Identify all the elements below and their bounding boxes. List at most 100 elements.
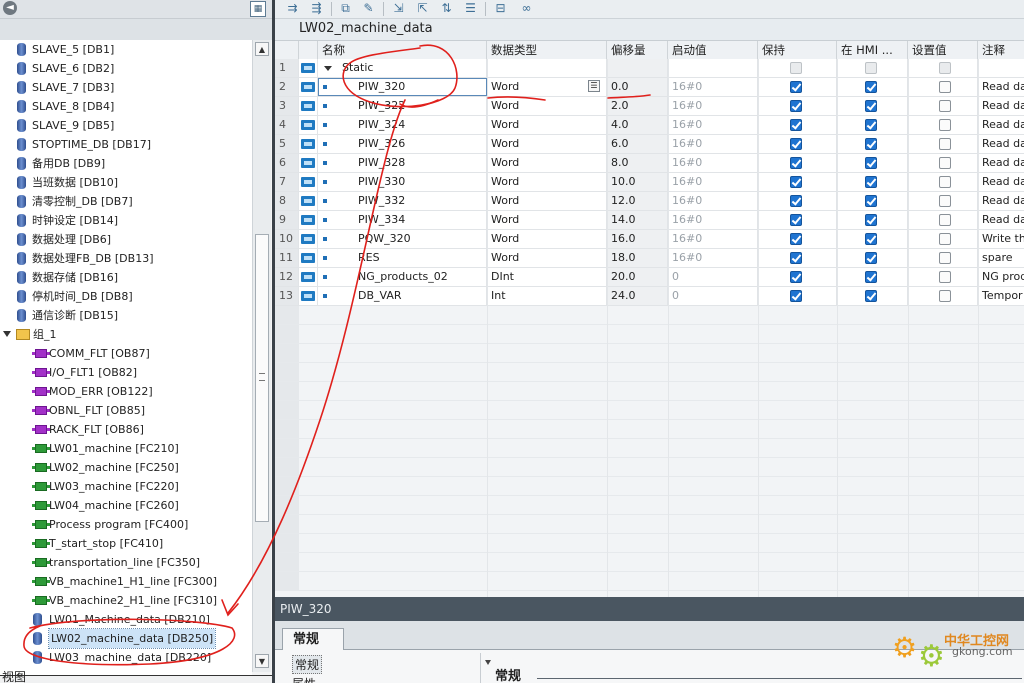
start-value-cell[interactable]: 16#0 <box>668 211 758 229</box>
tree-item[interactable]: 数据存储 [DB16] <box>0 268 252 287</box>
navigate-back-icon[interactable]: ◄ <box>3 1 17 15</box>
tree-item[interactable]: STOPTIME_DB [DB17] <box>0 135 252 154</box>
nav-item-general[interactable]: 常规 <box>292 655 323 674</box>
data-type-cell[interactable]: Word <box>487 192 607 210</box>
setpoint-checkbox[interactable] <box>939 233 951 245</box>
retain-checkbox[interactable] <box>790 271 802 283</box>
table-row[interactable]: 5 PIW_326 Word 6.0 16#0 Read da <box>275 135 1024 154</box>
setpoint-checkbox[interactable] <box>939 119 951 131</box>
variable-name-cell[interactable]: NG_products_02 <box>318 268 487 286</box>
tree-item[interactable]: I/O_FLT1 [OB82] <box>0 363 252 382</box>
row-number[interactable]: 3 <box>275 97 299 115</box>
setpoint-checkbox[interactable] <box>939 138 951 150</box>
tree-scrollbar[interactable]: ▲ ▼ <box>252 40 271 672</box>
collapse-arrow-icon[interactable] <box>324 66 332 71</box>
tree-item[interactable]: Process program [FC400] <box>0 515 252 534</box>
load-snapshot-icon[interactable]: ⇱ <box>415 1 430 16</box>
variable-name-cell[interactable]: PIW_326 <box>318 135 487 153</box>
tree-item[interactable]: SLAVE_5 [DB1] <box>0 40 252 59</box>
data-type-cell[interactable]: DInt <box>487 268 607 286</box>
tree-item[interactable]: T_start_stop [FC410] <box>0 534 252 553</box>
tree-item[interactable]: SLAVE_6 [DB2] <box>0 59 252 78</box>
comment-cell[interactable]: spare <box>978 249 1024 267</box>
tree-item[interactable]: LW01_machine [FC210] <box>0 439 252 458</box>
variable-name-cell[interactable]: RES <box>318 249 487 267</box>
hmi-visible-checkbox[interactable] <box>865 81 877 93</box>
reset-values-icon[interactable]: ⇅ <box>439 1 454 16</box>
hmi-visible-checkbox[interactable] <box>865 138 877 150</box>
data-type-cell[interactable]: Word <box>487 135 607 153</box>
type-picker-icon[interactable]: ☰ <box>588 80 600 92</box>
empty-row[interactable] <box>275 439 1024 458</box>
variable-name-cell[interactable]: PIW_328 <box>318 154 487 172</box>
empty-row[interactable] <box>275 534 1024 553</box>
setpoint-checkbox[interactable] <box>939 252 951 264</box>
hmi-visible-checkbox[interactable] <box>865 157 877 169</box>
retain-checkbox[interactable] <box>790 252 802 264</box>
tree-item[interactable]: 数据处理FB_DB [DB13] <box>0 249 252 268</box>
table-row[interactable]: 6 PIW_328 Word 8.0 16#0 Read da <box>275 154 1024 173</box>
header-visible-in-hmi[interactable]: 在 HMI ... <box>837 41 908 59</box>
keep-actual-values-icon[interactable]: ⊟ <box>493 1 508 16</box>
retain-checkbox[interactable] <box>790 157 802 169</box>
tree-item[interactable]: SLAVE_9 [DB5] <box>0 116 252 135</box>
snapshot-icon[interactable]: ⧉ <box>338 1 353 16</box>
variable-name-cell[interactable]: Static <box>318 59 487 77</box>
tab-general[interactable]: 常规 <box>282 628 344 650</box>
start-value-cell[interactable]: 16#0 <box>668 249 758 267</box>
table-row[interactable]: 8 PIW_332 Word 12.0 16#0 Read da <box>275 192 1024 211</box>
data-type-cell[interactable]: Word <box>487 211 607 229</box>
copy-values-icon[interactable]: ✎ <box>361 1 376 16</box>
row-number[interactable]: 1 <box>275 59 299 77</box>
header-offset[interactable]: 偏移量 <box>607 41 668 59</box>
row-number[interactable]: 7 <box>275 173 299 191</box>
hmi-visible-checkbox[interactable] <box>865 100 877 112</box>
setpoint-checkbox[interactable] <box>939 290 951 302</box>
tree-item[interactable]: 当班数据 [DB10] <box>0 173 252 192</box>
variable-name-cell[interactable]: DB_VAR <box>318 287 487 305</box>
table-row[interactable]: 11 RES Word 18.0 16#0 spare <box>275 249 1024 268</box>
empty-row[interactable] <box>275 553 1024 572</box>
empty-row[interactable] <box>275 401 1024 420</box>
setpoint-checkbox[interactable] <box>939 157 951 169</box>
retain-checkbox[interactable] <box>790 100 802 112</box>
setpoint-checkbox[interactable] <box>939 176 951 188</box>
empty-row[interactable] <box>275 458 1024 477</box>
setpoint-checkbox[interactable] <box>939 214 951 226</box>
start-value-cell[interactable]: 16#0 <box>668 78 758 96</box>
expand-all-icon[interactable]: ☰ <box>463 1 478 16</box>
tree-item[interactable]: transportation_line [FC350] <box>0 553 252 572</box>
empty-row[interactable] <box>275 344 1024 363</box>
row-number[interactable]: 5 <box>275 135 299 153</box>
variable-name-cell[interactable]: PIW_324 <box>318 116 487 134</box>
tree-item[interactable]: RACK_FLT [OB86] <box>0 420 252 439</box>
comment-cell[interactable]: Read da <box>978 97 1024 115</box>
empty-row[interactable] <box>275 306 1024 325</box>
retain-checkbox[interactable] <box>790 233 802 245</box>
row-number[interactable]: 12 <box>275 268 299 286</box>
setpoint-checkbox[interactable] <box>939 81 951 93</box>
start-value-cell[interactable]: 16#0 <box>668 154 758 172</box>
tree-item[interactable]: OBNL_FLT [OB85] <box>0 401 252 420</box>
tree-item[interactable]: 组_1 <box>0 325 252 344</box>
variable-name-cell[interactable]: PIW_322 <box>318 97 487 115</box>
empty-row[interactable] <box>275 363 1024 382</box>
data-type-cell[interactable] <box>487 59 607 77</box>
tree-item[interactable]: VB_machine2_H1_line [FC310] <box>0 591 252 610</box>
monitor-all-icon[interactable]: ∞ <box>519 1 534 16</box>
insert-row-icon[interactable]: ⇉ <box>285 1 300 16</box>
setpoint-checkbox[interactable] <box>939 195 951 207</box>
setpoint-checkbox[interactable] <box>939 100 951 112</box>
table-row[interactable]: 2 PIW_320 Word ☰ 0.0 16#0 Read da <box>275 78 1024 97</box>
retain-checkbox[interactable] <box>790 62 802 74</box>
data-type-cell[interactable]: Word <box>487 249 607 267</box>
empty-row[interactable] <box>275 496 1024 515</box>
comment-cell[interactable]: Read da <box>978 78 1024 96</box>
scroll-down-button[interactable]: ▼ <box>255 654 269 668</box>
tree-item[interactable]: 备用DB [DB9] <box>0 154 252 173</box>
hmi-visible-checkbox[interactable] <box>865 62 877 74</box>
comment-cell[interactable]: Tempor <box>978 287 1024 305</box>
hmi-visible-checkbox[interactable] <box>865 214 877 226</box>
table-row[interactable]: 12 NG_products_02 DInt 20.0 0 NG prod <box>275 268 1024 287</box>
header-setpoint[interactable]: 设置值 <box>908 41 978 59</box>
